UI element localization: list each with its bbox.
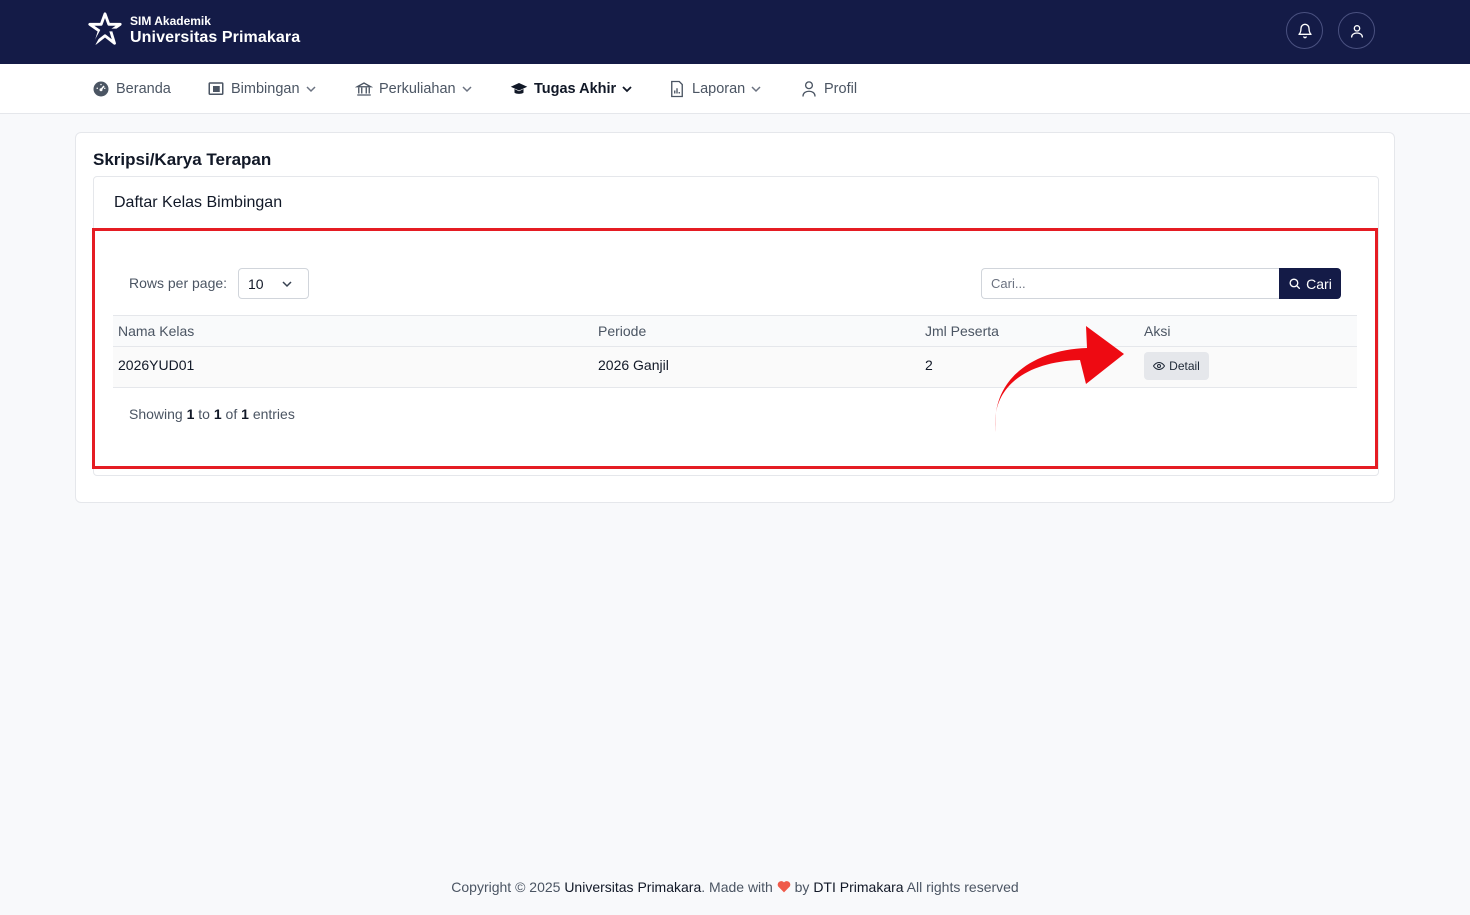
showing-to-word: to	[198, 406, 210, 422]
brand-title: Universitas Primakara	[130, 28, 301, 46]
footer-copyright: Copyright © 2025	[451, 879, 561, 895]
table-header: Nama Kelas Periode Jml Peserta Aksi	[113, 315, 1357, 347]
chevron-down-icon	[622, 85, 632, 92]
pagination-info: Showing 1 to 1 of 1 entries	[129, 406, 295, 422]
rows-per-page-value: 10	[248, 275, 264, 292]
nav-item-perkuliahan[interactable]: Perkuliahan	[355, 64, 472, 113]
eye-icon	[1153, 361, 1166, 371]
chevron-down-icon	[305, 85, 316, 92]
search-icon	[1289, 278, 1301, 290]
rows-per-page-select[interactable]: 10	[238, 268, 309, 299]
report-icon	[671, 80, 683, 97]
bell-icon	[1297, 23, 1312, 38]
column-header-aksi: Aksi	[1144, 323, 1171, 339]
footer: Copyright © 2025 Universitas Primakara. …	[0, 879, 1470, 895]
nav-label: Perkuliahan	[379, 80, 456, 97]
nav-item-beranda[interactable]: Beranda	[92, 64, 171, 113]
showing-to: 1	[213, 406, 222, 422]
search-input[interactable]	[981, 268, 1280, 299]
top-header: SIM Akademik Universitas Primakara	[0, 0, 1470, 64]
cell-jml-peserta: 2	[925, 357, 933, 373]
user-menu-button[interactable]	[1338, 12, 1375, 49]
table-row: 2026YUD01 2026 Ganjil 2 Detail	[113, 347, 1357, 388]
heart-icon	[777, 881, 791, 893]
page-title: Skripsi/Karya Terapan	[93, 150, 272, 169]
nav-label: Laporan	[692, 80, 746, 97]
nav-item-bimbingan[interactable]: Bimbingan	[207, 64, 316, 113]
nav-label: Bimbingan	[231, 80, 300, 97]
brand[interactable]: SIM Akademik Universitas Primakara	[86, 11, 300, 49]
nav-label: Profil	[824, 80, 858, 97]
column-header-periode: Periode	[598, 323, 647, 339]
chevron-down-icon	[751, 85, 761, 92]
footer-by: by	[794, 879, 810, 895]
column-header-nama-kelas: Nama Kelas	[118, 323, 195, 339]
search-button-label: Cari	[1306, 275, 1332, 292]
nav-label: Tugas Akhir	[534, 80, 617, 97]
curved-arrow-annotation-icon	[995, 326, 1124, 432]
university-logo-icon	[88, 12, 122, 46]
footer-rights: All rights reserved	[906, 879, 1019, 895]
user-icon	[1350, 24, 1363, 38]
graduation-cap-icon	[510, 82, 528, 94]
chevron-down-icon	[462, 85, 472, 92]
main-nav: Beranda Bimbingan Perkuliahan Tugas Akhi…	[0, 64, 1470, 114]
chevron-down-icon	[282, 281, 292, 288]
card-title: Daftar Kelas Bimbingan	[114, 194, 283, 211]
showing-total: 1	[241, 406, 249, 422]
showing-of-word: of	[225, 406, 238, 422]
notifications-button[interactable]	[1286, 12, 1323, 49]
showing-text: Showing	[129, 406, 183, 422]
building-icon	[355, 81, 373, 96]
nav-item-tugas-akhir[interactable]: Tugas Akhir	[510, 64, 632, 113]
rows-per-page-label: Rows per page:	[129, 275, 228, 291]
showing-from: 1	[186, 406, 195, 422]
nav-label: Beranda	[116, 80, 171, 97]
footer-made-with: . Made with	[701, 879, 773, 895]
user-icon	[802, 80, 816, 97]
showing-entries-word: entries	[252, 406, 295, 422]
nav-item-profil[interactable]: Profil	[800, 64, 857, 113]
column-header-jml-peserta: Jml Peserta	[925, 323, 999, 339]
detail-button-label: Detail	[1169, 359, 1200, 373]
brand-subtitle: SIM Akademik	[130, 13, 211, 28]
board-icon	[208, 81, 224, 95]
footer-org-link[interactable]: Universitas Primakara	[564, 879, 701, 895]
search-button[interactable]: Cari	[1279, 268, 1341, 299]
dashboard-icon	[93, 81, 109, 96]
cell-nama-kelas: 2026YUD01	[118, 357, 195, 373]
cell-periode: 2026 Ganjil	[598, 357, 669, 373]
footer-team-link[interactable]: DTI Primakara	[813, 879, 903, 895]
detail-button[interactable]: Detail	[1144, 352, 1209, 380]
nav-item-laporan[interactable]: Laporan	[668, 64, 761, 113]
